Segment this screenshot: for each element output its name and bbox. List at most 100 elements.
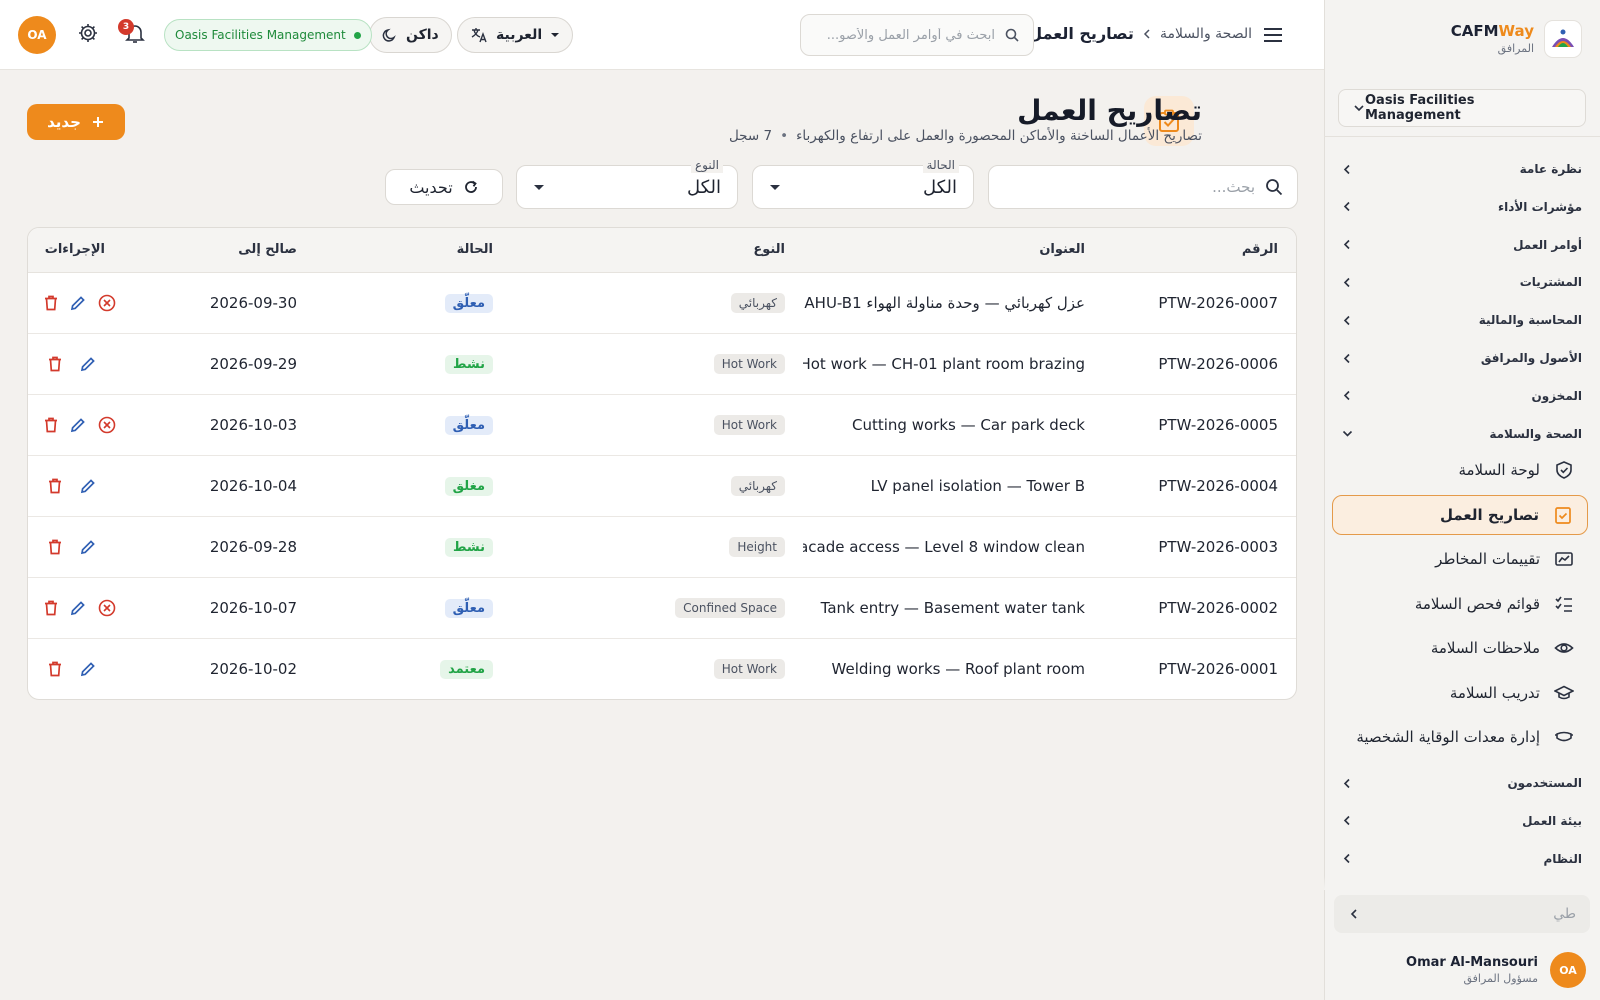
permit-status-cell: نشط xyxy=(315,516,511,577)
sidebar-group-label: نظرة عامة xyxy=(1519,162,1582,176)
trash-icon[interactable] xyxy=(44,292,58,313)
status-filter-select[interactable]: الحالة الكل xyxy=(752,157,974,209)
trash-icon[interactable] xyxy=(44,658,65,679)
pencil-icon[interactable] xyxy=(77,353,98,374)
chevron-left-icon xyxy=(1142,28,1152,39)
column-header: الإجراءات xyxy=(28,228,123,273)
brand-name-prefix: CAFM xyxy=(1450,22,1499,40)
status-badge: معلّق xyxy=(444,598,493,618)
sidebar-item[interactable]: ملاحظات السلامة xyxy=(1332,628,1588,668)
trash-icon[interactable] xyxy=(44,353,65,374)
sidebar-group[interactable]: الصحة والسلامة xyxy=(1342,424,1582,444)
table-row[interactable]: PTW-2026-0003 Facade access — Level 8 win… xyxy=(28,516,1296,577)
sidebar-group[interactable]: مؤشرات الأداء xyxy=(1342,197,1582,217)
chevron-left-icon[interactable] xyxy=(1348,908,1360,920)
sidebar-item[interactable]: تصاريح العمل xyxy=(1332,494,1588,535)
sidebar-item[interactable]: إدارة معدات الوقاية الشخصية xyxy=(1332,717,1588,757)
refresh-button[interactable]: تحديث xyxy=(385,169,503,205)
sidebar: CAFMWay المرافق Oasis Facilities Managem… xyxy=(1324,0,1600,1000)
sidebar-divider xyxy=(1324,136,1600,137)
row-actions-cell xyxy=(28,516,123,577)
permit-type-cell: Hot Work xyxy=(511,333,803,394)
status-filter-value: الكل xyxy=(922,176,957,198)
sidebar-collapse-field[interactable]: طي xyxy=(1334,895,1590,933)
row-actions xyxy=(44,658,105,679)
sidebar-group[interactable]: المحاسبة والمالية xyxy=(1342,310,1582,330)
shield-icon xyxy=(1554,460,1574,480)
sidebar-item[interactable]: قوائم فحص السلامة xyxy=(1332,584,1588,624)
permit-status-cell: معتمد xyxy=(315,638,511,699)
valid-to-date: 2026-09-30 xyxy=(209,293,297,312)
pencil-icon[interactable] xyxy=(70,597,86,618)
pencil-icon[interactable] xyxy=(70,414,86,435)
type-filter-select[interactable]: النوع الكل xyxy=(516,157,738,209)
sidebar-group[interactable]: النظام xyxy=(1342,849,1582,869)
organization-select-label: Oasis Facilities Management xyxy=(1365,93,1475,123)
permit-title: Tank entry — Basement water tank xyxy=(820,598,1085,617)
sidebar-group[interactable]: المخزون xyxy=(1342,386,1582,406)
theme-toggle[interactable]: داكن xyxy=(369,17,452,53)
chevron-left-icon xyxy=(1342,853,1353,864)
trash-icon[interactable] xyxy=(44,475,65,496)
valid-to-date: 2026-09-29 xyxy=(209,354,297,373)
breadcrumb-parent[interactable]: الصحة والسلامة xyxy=(1160,26,1252,42)
column-header: النوع xyxy=(511,228,803,273)
organization-select[interactable]: Oasis Facilities Management xyxy=(1338,89,1586,127)
reject-icon[interactable] xyxy=(98,414,116,435)
permit-type-cell: Confined Space xyxy=(511,577,803,638)
sidebar-group[interactable]: بيئة العمل xyxy=(1342,811,1582,831)
user-avatar[interactable]: OA xyxy=(18,16,56,54)
row-actions-cell xyxy=(28,272,123,333)
pencil-icon[interactable] xyxy=(77,536,98,557)
table-search-input[interactable] xyxy=(1005,178,1255,196)
sidebar-group-label: الأصول والمرافق xyxy=(1480,351,1582,365)
table-row[interactable]: PTW-2026-0002 Tank entry — Basement water… xyxy=(28,577,1296,638)
gear-icon[interactable] xyxy=(75,22,99,46)
sidebar-group-label: النظام xyxy=(1543,851,1582,866)
checklist-icon xyxy=(1554,594,1574,614)
language-select[interactable]: العربية xyxy=(457,17,574,53)
table-row[interactable]: PTW-2026-0005 Cutting works — Car park de… xyxy=(28,394,1296,455)
sidebar-collapse-placeholder: طي xyxy=(1553,906,1576,922)
sidebar-group-label: المشتريات xyxy=(1519,275,1582,290)
table-row[interactable]: PTW-2026-0001 Welding works — Roof plant … xyxy=(28,638,1296,699)
reject-icon[interactable] xyxy=(98,292,116,313)
table-search[interactable] xyxy=(988,165,1298,209)
sidebar-item-label: ملاحظات السلامة xyxy=(1430,639,1540,657)
row-actions-cell xyxy=(28,638,123,699)
mask-icon xyxy=(1554,727,1574,747)
table-row[interactable]: PTW-2026-0006 Hot work — CH-01 plant room… xyxy=(28,333,1296,394)
row-actions xyxy=(44,414,116,435)
table-row[interactable]: PTW-2026-0007 عزل كهربائي — وحدة مناولة ا… xyxy=(28,272,1296,333)
pencil-icon[interactable] xyxy=(77,658,98,679)
global-search[interactable] xyxy=(800,14,1034,56)
sidebar-group[interactable]: أوامر العمل xyxy=(1342,235,1582,255)
hamburger-menu-icon[interactable] xyxy=(1262,24,1284,46)
sidebar-group[interactable]: المشتريات xyxy=(1342,272,1582,292)
pencil-icon[interactable] xyxy=(77,475,98,496)
reject-icon[interactable] xyxy=(98,597,116,618)
organization-badge: Oasis Facilities Management xyxy=(164,19,372,51)
pencil-icon[interactable] xyxy=(70,292,86,313)
sidebar-item[interactable]: لوحة السلامة xyxy=(1332,450,1588,490)
record-count: 7 سجل xyxy=(728,128,773,144)
language-label: العربية xyxy=(496,27,543,43)
row-actions xyxy=(44,475,105,496)
caret-down-icon xyxy=(533,181,545,193)
table-row[interactable]: PTW-2026-0004 LV panel isolation — Tower … xyxy=(28,455,1296,516)
sidebar-item[interactable]: تدريب السلامة xyxy=(1332,673,1588,713)
sidebar-group[interactable]: الأصول والمرافق xyxy=(1342,348,1582,368)
sidebar-group[interactable]: المستخدمون xyxy=(1342,773,1582,793)
global-search-input[interactable] xyxy=(815,27,995,43)
trash-icon[interactable] xyxy=(44,536,65,557)
sidebar-item[interactable]: تقييمات المخاطر xyxy=(1332,539,1588,579)
sidebar-user[interactable]: OA Omar Al-Mansouri مسؤول المرافق xyxy=(1324,940,1600,1000)
status-filter-label: الحالة xyxy=(922,157,959,173)
new-permit-button[interactable]: جديد xyxy=(27,104,125,140)
trash-icon[interactable] xyxy=(44,414,58,435)
sidebar-group[interactable]: نظرة عامة xyxy=(1342,159,1582,179)
permit-title: Welding works — Roof plant room xyxy=(831,659,1085,678)
trash-icon[interactable] xyxy=(44,597,58,618)
chevron-left-icon xyxy=(1342,239,1353,250)
type-badge: Confined Space xyxy=(675,597,785,618)
